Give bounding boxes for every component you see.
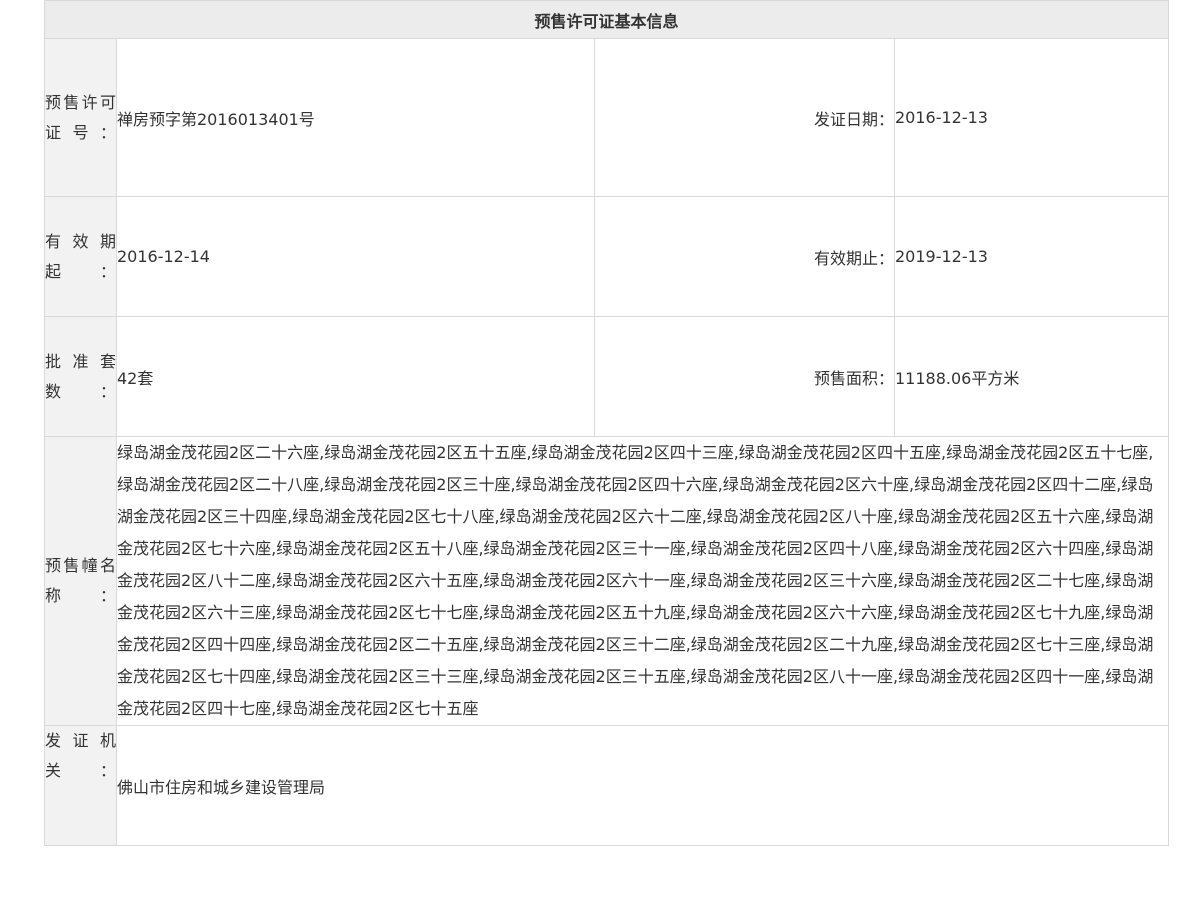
- buildings-label-cell: 预售幢名称：: [44, 436, 117, 726]
- buildings-value: 绿岛湖金茂花园2区二十六座,绿岛湖金茂花园2区五十五座,绿岛湖金茂花园2区四十三…: [115, 436, 1170, 726]
- issuer-label: 发证机关：: [45, 731, 116, 780]
- issuer-label-cell: 发证机关：: [44, 725, 117, 846]
- buildings-label: 预售幢名称：: [45, 556, 116, 605]
- page: 预售许可证基本信息 预售许可证号： 禅房预字第2016013401号 发证日期：…: [0, 0, 1200, 900]
- valid-from-value: 2016-12-14: [116, 196, 595, 317]
- approved-units-label: 批准套数：: [45, 351, 116, 401]
- issue-date-value: 2016-12-13: [893, 38, 1170, 197]
- approved-units-value: 42套: [116, 316, 595, 437]
- table-row: 有效期起： 2016-12-14 有效期止： 2019-12-13: [44, 196, 1170, 317]
- approved-units-label-cell: 批准套数：: [44, 316, 117, 437]
- permit-number-label-cell: 预售许可证号：: [44, 38, 117, 197]
- valid-from-label-cell: 有效期起：: [44, 196, 117, 317]
- table-row: 发证机关： 佛山市住房和城乡建设管理局: [44, 725, 1170, 846]
- permit-number-value: 禅房预字第2016013401号: [116, 38, 595, 197]
- table-row: 预售幢名称： 绿岛湖金茂花园2区二十六座,绿岛湖金茂花园2区五十五座,绿岛湖金茂…: [44, 436, 1170, 726]
- issue-date-label: 发证日期：: [594, 38, 895, 197]
- valid-to-label: 有效期止：: [594, 196, 895, 317]
- presale-area-label: 预售面积：: [594, 316, 895, 437]
- table-title: 预售许可证基本信息: [43, 0, 1170, 39]
- permit-number-label: 预售许可证号：: [45, 92, 116, 142]
- issuer-value: 佛山市住房和城乡建设管理局: [115, 725, 1170, 846]
- presale-area-value: 11188.06平方米: [893, 316, 1170, 437]
- table-row: 预售许可证号： 禅房预字第2016013401号 发证日期： 2016-12-1…: [44, 38, 1170, 197]
- valid-to-value: 2019-12-13: [893, 196, 1170, 317]
- table-row: 批准套数： 42套 预售面积： 11188.06平方米: [44, 316, 1170, 437]
- valid-from-label: 有效期起：: [45, 231, 116, 281]
- table-header-row: 预售许可证基本信息: [43, 0, 1170, 39]
- presale-permit-table: 预售许可证基本信息 预售许可证号： 禅房预字第2016013401号 发证日期：…: [43, 0, 1170, 846]
